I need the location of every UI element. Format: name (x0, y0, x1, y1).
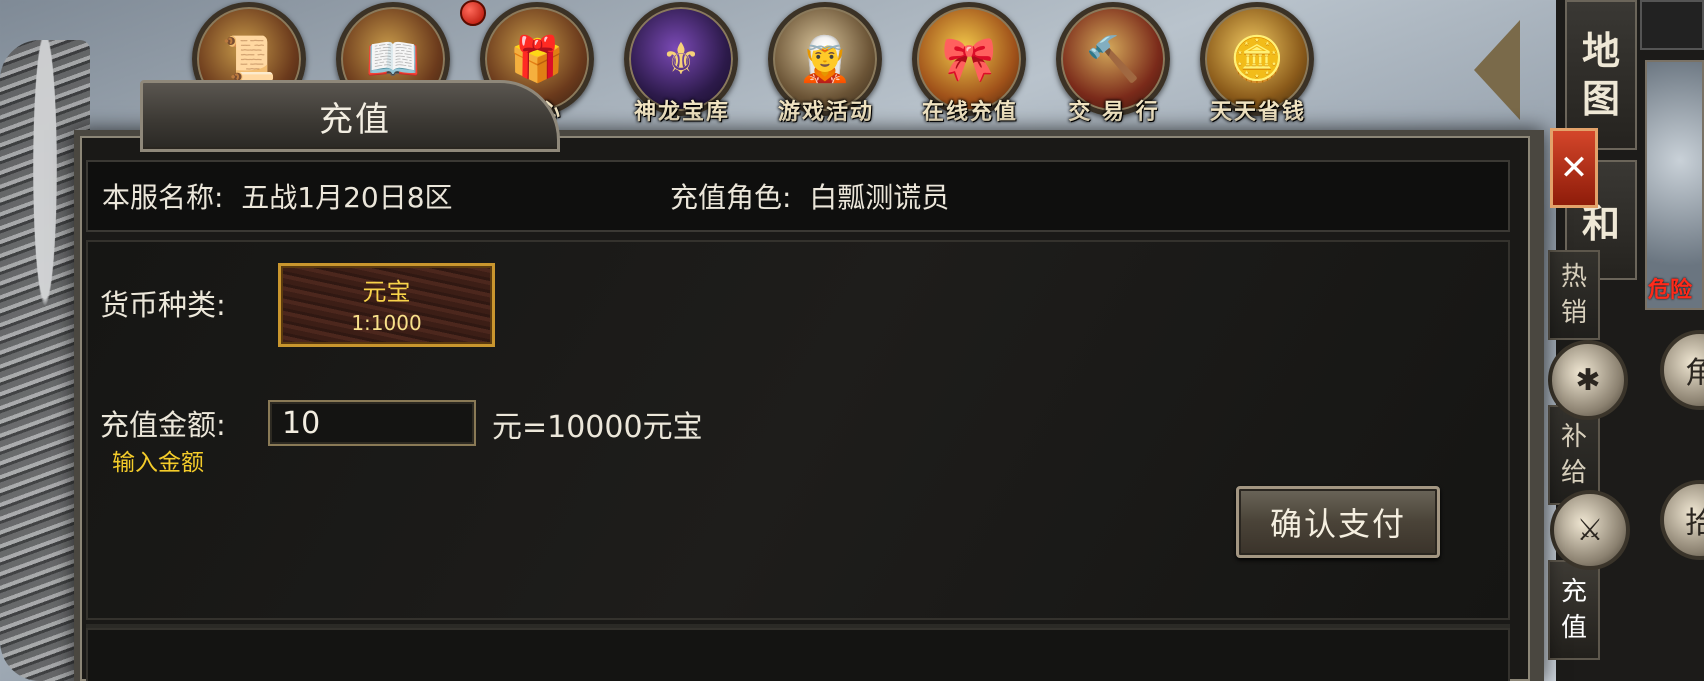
close-icon: ✕ (1559, 148, 1589, 188)
currency-rate: 1:1000 (351, 311, 422, 335)
top-menu-label: 游戏活动 (777, 100, 874, 125)
role-name: 白瓢测谎员 (809, 181, 950, 214)
tab-char: 给 (1560, 458, 1587, 488)
sword-icon[interactable]: ⚔ (1550, 490, 1630, 570)
character-button-label: 角 (1685, 356, 1704, 391)
wrench-icon[interactable]: ✱ (1548, 340, 1628, 420)
confirm-payment-button[interactable]: 确认支付 (1236, 486, 1440, 558)
top-menu-label: 在线充值 (921, 100, 1018, 125)
map-tab-char: 地 (1581, 29, 1620, 73)
top-menu-item-dragon-treasury[interactable]: ⚜ 神龙宝库 (618, 2, 746, 126)
currency-name: 元宝 (362, 278, 411, 306)
server-info: 本服名称: 五战1月20日8区 (102, 176, 453, 216)
tab-recharge[interactable]: 充 值 (1548, 560, 1600, 660)
tab-char: 销 (1560, 298, 1587, 328)
server-label: 本服名称: (102, 181, 224, 214)
amount-hint: 输入金额 (112, 450, 204, 476)
notification-dot (460, 0, 486, 26)
currency-type-label: 货币种类: (100, 288, 226, 322)
tab-hot-sale[interactable]: 热 销 (1548, 250, 1600, 340)
minimap-header (1640, 0, 1704, 50)
tab-char: 充 (1560, 577, 1587, 607)
top-menu-label: 交 易 行 (1068, 100, 1160, 125)
role-info: 充值角色: 白瓢测谎员 (670, 176, 949, 216)
dialog-footer (86, 628, 1510, 681)
currency-option-yuanbao[interactable]: 元宝 1:1000 (278, 263, 495, 347)
pickup-button-label: 拾 (1685, 506, 1704, 541)
top-menu-item-trading[interactable]: 🔨 交 易 行 (1050, 2, 1178, 126)
amount-label: 充值金额: (100, 408, 226, 442)
tab-char: 值 (1560, 613, 1587, 643)
close-button[interactable]: ✕ (1550, 128, 1598, 208)
conversion-text: 元=10000元宝 (492, 410, 703, 445)
dialog-title: 充值 (319, 99, 391, 140)
top-menu-item-online-recharge[interactable]: 🎀 在线充值 (906, 2, 1034, 126)
collapse-arrow-icon[interactable] (1474, 20, 1520, 120)
tab-char: 补 (1560, 422, 1587, 452)
server-info-bar: 本服名称: 五战1月20日8区 充值角色: 白瓢测谎员 (86, 160, 1510, 232)
dialog-title-tab: 充值 (140, 80, 560, 152)
top-menu-label: 神龙宝库 (633, 100, 730, 125)
tab-char: 热 (1560, 262, 1587, 292)
confirm-payment-label: 确认支付 (1269, 505, 1406, 543)
top-menu-label: 天天省钱 (1209, 100, 1306, 125)
top-menu-item-daily-savings[interactable]: 🪙 天天省钱 (1194, 2, 1322, 126)
amount-input[interactable] (268, 400, 476, 446)
map-tab-char: 图 (1581, 77, 1620, 121)
role-label: 充值角色: (670, 181, 792, 214)
server-name: 五战1月20日8区 (241, 181, 453, 214)
top-menu-item-game-events[interactable]: 🧝 游戏活动 (762, 2, 890, 126)
danger-zone-label: 危险 (1648, 278, 1693, 303)
